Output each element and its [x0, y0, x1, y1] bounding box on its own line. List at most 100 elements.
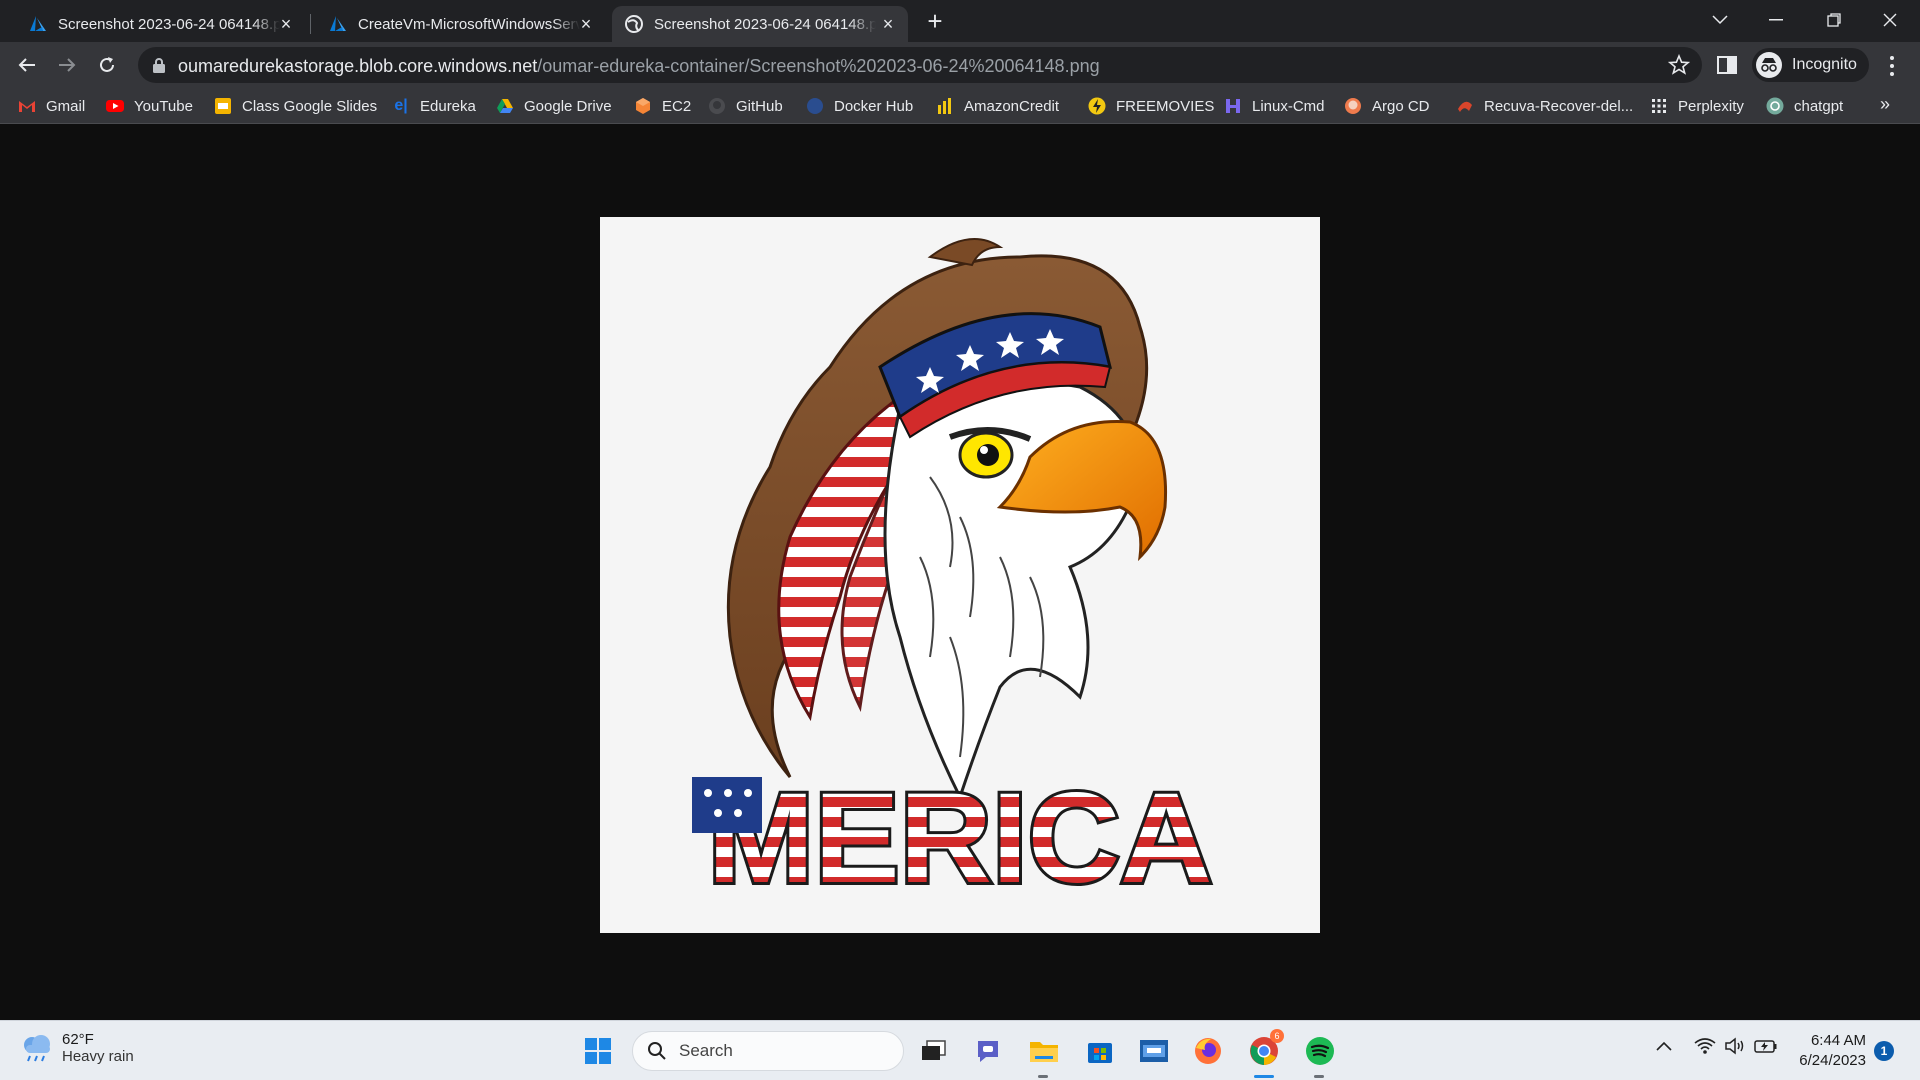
chrome-menu-button[interactable]	[1880, 54, 1904, 78]
bookmark-youtube[interactable]: YouTube	[106, 94, 193, 118]
new-tab-button[interactable]: +	[921, 8, 949, 36]
arrow-left-icon	[18, 58, 35, 72]
spotify-icon	[1306, 1037, 1334, 1065]
restore-button[interactable]	[1806, 0, 1862, 40]
folder-icon	[1030, 1042, 1058, 1062]
browser-toolbar: oumaredurekastorage.blob.core.windows.ne…	[0, 42, 1920, 88]
weather-widget[interactable]: 62°F Heavy rain	[20, 1031, 134, 1065]
bookmark-ec2[interactable]: EC2	[634, 94, 691, 118]
weather-condition: Heavy rain	[62, 1048, 134, 1065]
tab-title: CreateVm-MicrosoftWindowsServer	[358, 15, 580, 33]
forward-button[interactable]	[52, 50, 82, 80]
close-tab-icon[interactable]: ×	[878, 14, 898, 34]
bookmarks-bar: Gmail YouTube Class Google Slides e| Edu…	[0, 88, 1920, 124]
incognito-profile-button[interactable]: Incognito	[1752, 48, 1869, 82]
back-button[interactable]	[12, 50, 42, 80]
address-bar[interactable]: oumaredurekastorage.blob.core.windows.ne…	[138, 47, 1702, 83]
tab-screenshot-active[interactable]: Screenshot 2023-06-24 064148.png ×	[612, 6, 908, 42]
bookmark-gmail[interactable]: Gmail	[18, 94, 85, 118]
bookmarks-overflow-chevron[interactable]: »	[1880, 94, 1890, 115]
chevron-down-icon	[1712, 15, 1728, 25]
recuva-icon	[1458, 101, 1472, 112]
bookmark-freemovies[interactable]: FREEMOVIES	[1088, 94, 1214, 118]
bookmark-google-drive[interactable]: Google Drive	[496, 94, 612, 118]
minimize-icon	[1769, 19, 1783, 21]
search-placeholder: Search	[679, 1041, 733, 1060]
youtube-icon	[106, 100, 124, 112]
bookmark-star-icon[interactable]	[1668, 54, 1690, 76]
lock-icon[interactable]	[152, 57, 166, 73]
bookmark-perplexity[interactable]: Perplexity	[1650, 94, 1744, 118]
taskbar-vscode-app[interactable]	[1136, 1033, 1172, 1069]
azure-icon	[30, 16, 46, 31]
incognito-label: Incognito	[1792, 56, 1857, 73]
reload-button[interactable]	[92, 50, 122, 80]
taskbar-microsoft-store[interactable]	[1082, 1033, 1118, 1069]
chatgpt-icon	[1766, 97, 1784, 115]
linux-icon	[1226, 99, 1240, 113]
taskbar-chrome[interactable]: 6	[1246, 1029, 1284, 1069]
side-panel-icon[interactable]	[1716, 54, 1738, 76]
task-view-icon	[922, 1040, 946, 1060]
merica-text-art: MERICA	[692, 764, 1215, 913]
github-icon	[709, 98, 725, 114]
search-icon	[648, 1042, 666, 1060]
battery-charging-icon	[1754, 1040, 1777, 1053]
ec2-icon	[636, 98, 650, 114]
store-icon	[1088, 1043, 1112, 1063]
azure-icon	[330, 16, 346, 31]
restore-icon	[1827, 13, 1841, 27]
docker-icon	[807, 98, 823, 114]
tray-battery[interactable]	[1754, 1037, 1778, 1060]
tab-createvm[interactable]: CreateVm-MicrosoftWindowsServer ×	[316, 6, 606, 42]
merica-eagle-illustration: MERICA	[692, 238, 1215, 913]
minimize-button[interactable]	[1748, 0, 1804, 40]
tab-title: Screenshot 2023-06-24 064148.png	[58, 15, 280, 33]
running-indicator	[1038, 1075, 1048, 1078]
bookmark-amazoncredit[interactable]: AmazonCredit	[936, 94, 1059, 118]
incognito-icon	[1756, 52, 1782, 78]
tab-screenshot-1[interactable]: Screenshot 2023-06-24 064148.png ×	[16, 6, 306, 42]
drive-icon	[497, 99, 513, 113]
lightning-icon	[1088, 97, 1106, 115]
reload-icon	[100, 57, 114, 72]
arrow-right-icon	[59, 58, 76, 72]
start-button[interactable]	[580, 1033, 616, 1069]
taskbar-teams[interactable]	[970, 1033, 1006, 1069]
taskbar-task-view[interactable]	[916, 1033, 952, 1069]
bookmark-linux-cmd[interactable]: Linux-Cmd	[1224, 94, 1325, 118]
bookmark-class-google-slides[interactable]: Class Google Slides	[214, 94, 377, 118]
close-window-button[interactable]	[1862, 0, 1918, 40]
close-tab-icon[interactable]: ×	[576, 14, 596, 34]
bookmark-github[interactable]: GitHub	[708, 94, 783, 118]
notification-badge[interactable]: 1	[1874, 1041, 1894, 1061]
bookmark-recuva[interactable]: Recuva-Recover-del...	[1456, 94, 1633, 118]
taskbar-search[interactable]: Search	[632, 1031, 904, 1071]
gmail-icon	[19, 101, 35, 112]
url-path: /oumar-edureka-container/Screenshot%2020…	[537, 56, 1100, 76]
taskbar-firefox[interactable]	[1190, 1033, 1226, 1069]
slides-icon	[215, 98, 231, 114]
chevron-up-icon	[1656, 1041, 1672, 1051]
tab-strip: Screenshot 2023-06-24 064148.png × Creat…	[0, 0, 1920, 42]
bookmark-docker-hub[interactable]: Docker Hub	[806, 94, 913, 118]
displayed-image: MERICA	[600, 217, 1320, 933]
running-indicator	[1314, 1075, 1324, 1078]
close-tab-icon[interactable]: ×	[276, 14, 296, 34]
tray-overflow-button[interactable]	[1656, 1039, 1672, 1057]
globe-icon	[625, 15, 643, 33]
system-clock[interactable]: 6:44 AM 6/24/2023	[1790, 1031, 1866, 1071]
svg-text:MERICA: MERICA	[708, 767, 1213, 910]
edureka-icon: e|	[394, 97, 408, 114]
url-text: oumaredurekastorage.blob.core.windows.ne…	[178, 56, 1100, 77]
taskbar-file-explorer[interactable]	[1026, 1033, 1062, 1069]
bookmark-edureka[interactable]: e| Edureka	[392, 94, 476, 118]
bookmark-chatgpt[interactable]: chatgpt	[1766, 94, 1843, 118]
teams-chat-icon	[978, 1041, 998, 1062]
taskbar-spotify[interactable]	[1302, 1033, 1338, 1069]
tab-search-button[interactable]	[1692, 0, 1748, 40]
tray-volume[interactable]	[1724, 1037, 1746, 1060]
wifi-icon	[1694, 1038, 1716, 1054]
bookmark-argo-cd[interactable]: Argo CD	[1344, 94, 1430, 118]
tray-wifi[interactable]	[1694, 1037, 1716, 1060]
